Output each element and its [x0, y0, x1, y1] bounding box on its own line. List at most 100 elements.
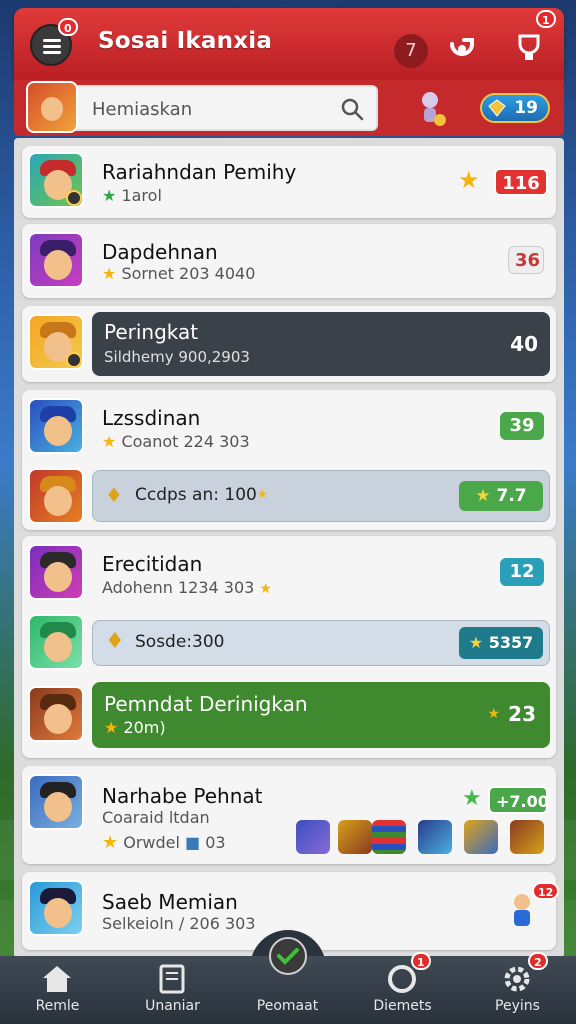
nav-item-home[interactable]: Remle: [0, 956, 115, 1024]
row-title: Pemndat Derinigkan: [104, 692, 308, 716]
team-icon[interactable]: [418, 820, 452, 854]
app-title: Sosai Ikanxia: [98, 28, 273, 54]
player-avatar: [28, 544, 84, 600]
row-subtitle-text: Adohenn 1234 303: [102, 578, 255, 597]
score-value: 7.7: [496, 486, 527, 506]
search-strip: Hemiaskan 19: [14, 80, 564, 136]
row-subtitle-text: Sornet 203 4040: [121, 264, 256, 283]
checkmark-icon: [269, 937, 307, 975]
star-icon: ★: [259, 581, 272, 597]
avatar-face: [44, 562, 72, 592]
player-avatar: [28, 614, 84, 670]
star-icon: ★: [468, 633, 484, 652]
home-icon: [43, 966, 71, 992]
score-badge: 12: [500, 558, 544, 586]
search-icon[interactable]: [340, 97, 364, 121]
avatar-face: [44, 632, 72, 662]
nav-item-shield[interactable]: 1 Diemets: [345, 952, 460, 1024]
nav-label: Peyins: [495, 998, 540, 1014]
nav-label: Remle: [35, 998, 80, 1014]
coin-icon: ♦: [105, 483, 123, 507]
list-item-group[interactable]: Lzssdinan ★ Coanot 224 303 39 ♦ Ccdps an…: [22, 390, 556, 530]
star-icon: ★: [102, 264, 117, 283]
coins-value: 19: [514, 98, 538, 118]
row-subtitle: ★ Sornet 203 4040: [102, 264, 255, 283]
list-item[interactable]: Rariahndan Pemihy ★ 1arol ★ 116: [22, 146, 556, 218]
list-item-highlighted[interactable]: Peringkat Sildhemy 900,2903 40: [22, 306, 556, 382]
coin-icon: ♦: [105, 629, 125, 654]
row-title: Narhabe Pehnat: [102, 784, 263, 808]
row-subtitle: ★ 1arol: [102, 186, 162, 205]
score-badge: 36: [508, 246, 544, 274]
star-icon: ★: [102, 832, 119, 853]
avatar-face: [44, 416, 72, 446]
app-header: 0 Sosai Ikanxia 7 1: [14, 8, 564, 80]
gear-icon: [504, 966, 530, 992]
nav-badge: 2: [528, 952, 548, 970]
nav-item-book[interactable]: Unaniar: [115, 956, 230, 1024]
team-icon[interactable]: [372, 820, 406, 854]
score-badge: 116: [494, 168, 548, 196]
score-badge: +7.00: [488, 786, 549, 814]
row-subtitle-2: ★ Orwdel ■ 03: [102, 832, 226, 853]
row-title: Peringkat: [104, 320, 199, 344]
nav-label: Unaniar: [145, 998, 200, 1014]
coins-counter[interactable]: 19: [480, 93, 550, 123]
score-value: 23: [508, 702, 536, 726]
row-title: Erecitidan: [102, 552, 203, 576]
whistle-icon[interactable]: [446, 30, 480, 64]
team-icon[interactable]: [338, 820, 372, 854]
star-icon: ★: [475, 486, 491, 506]
counter-pill[interactable]: 7: [394, 34, 428, 68]
score-value: 5357: [488, 633, 534, 652]
menu-icon-bar: [43, 51, 61, 54]
trophy-icon[interactable]: [512, 30, 546, 64]
player-avatar: [28, 398, 84, 454]
row-title: Saeb Memian: [102, 890, 238, 914]
player-avatar: [28, 686, 84, 742]
nav-label: Peomaat: [256, 998, 319, 1014]
sub-bar-text: Ccdps an: 100: [135, 485, 257, 505]
sub-bar: ♦ Sosde:300 ★ 5357: [92, 620, 550, 666]
score-value: 40: [510, 332, 538, 356]
avatar-face: [41, 97, 63, 121]
highlight-bar: Peringkat Sildhemy 900,2903 40: [92, 312, 550, 376]
team-icon[interactable]: [510, 820, 544, 854]
row-subtitle: Sildhemy 900,2903: [104, 348, 250, 366]
team-icons: [296, 820, 548, 856]
cube-icon: ■: [185, 833, 201, 852]
score-badge: 39: [500, 412, 544, 440]
avatar-face: [44, 898, 72, 928]
row-subtitle-number: 03: [205, 833, 226, 852]
player-avatar: [28, 314, 84, 370]
row-title: Dapdehnan: [102, 240, 218, 264]
player-avatar: [28, 232, 84, 288]
avatar-badge: [66, 190, 82, 206]
avatar-face: [44, 250, 72, 280]
leaderboard-panel: Rariahndan Pemihy ★ 1arol ★ 116 Dapdehna…: [14, 138, 564, 958]
avatar-face: [44, 792, 72, 822]
avatar-badge: [66, 352, 82, 368]
menu-button[interactable]: 0: [30, 18, 78, 66]
search-placeholder: Hemiaskan: [92, 99, 193, 120]
row-subtitle: ★ 20m): [104, 718, 166, 737]
star-icon: ★: [458, 166, 480, 194]
highlight-bar-green: Pemndat Derinigkan ★ 20m) ★ 23: [92, 682, 550, 748]
sub-bar: ♦ Ccdps an: 100 ★ ★ 7.7: [92, 470, 550, 522]
team-icon[interactable]: [296, 820, 330, 854]
list-item-group[interactable]: Erecitidan Adohenn 1234 303 ★ 12 ♦ Sosde…: [22, 536, 556, 758]
nav-item-center[interactable]: Peomaat: [230, 937, 345, 1024]
team-icon[interactable]: [464, 820, 498, 854]
star-icon: ★: [257, 487, 268, 501]
search-input[interactable]: Hemiaskan: [26, 81, 378, 133]
list-item[interactable]: Dapdehnan ★ Sornet 203 4040 36: [22, 224, 556, 298]
mascot-icon: [422, 92, 446, 126]
row-subtitle: Selkeioln / 206 303: [102, 914, 256, 933]
sub-bar-text: Sosde:300: [135, 632, 225, 652]
list-item[interactable]: Narhabe Pehnat Coaraid ltdan ★ Orwdel ■ …: [22, 766, 556, 864]
nav-item-settings[interactable]: 2 Peyins: [460, 952, 575, 1024]
nav-badge: 1: [411, 952, 431, 970]
profile-avatar[interactable]: [26, 81, 78, 133]
row-subtitle-text: Coanot 224 303: [121, 432, 250, 451]
notification-badge: 12: [532, 882, 560, 900]
